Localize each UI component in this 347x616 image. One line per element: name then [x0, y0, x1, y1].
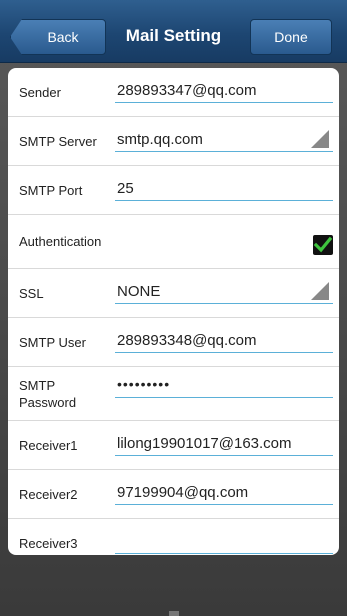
smtp-user-label: SMTP User: [19, 334, 86, 350]
receiver1-label: Receiver1: [19, 437, 78, 453]
smtp-port-label: SMTP Port: [19, 182, 83, 198]
checkmark-icon: [314, 236, 332, 253]
smtp-user-value: 289893348@qq.com: [117, 332, 257, 349]
done-button[interactable]: Done: [250, 19, 332, 55]
receiver2-row: Receiver2 97199904@qq.com: [8, 470, 339, 519]
sender-value: 289893347@qq.com: [117, 82, 257, 99]
ssl-row: SSL NONE: [8, 269, 339, 318]
smtp-user-field[interactable]: 289893348@qq.com: [115, 327, 333, 353]
smtp-password-field[interactable]: •••••••••: [115, 372, 333, 398]
authentication-label: Authentication: [19, 234, 102, 249]
authentication-checkbox[interactable]: [313, 235, 333, 255]
receiver1-field[interactable]: lilong19901017@163.com: [115, 430, 333, 456]
receiver3-label: Receiver3: [19, 536, 78, 551]
scroll-handle-icon: [169, 611, 179, 616]
smtp-password-label: SMTP Password: [19, 377, 77, 410]
smtp-password-row: SMTP Password •••••••••: [8, 367, 339, 421]
smtp-server-select[interactable]: smtp.qq.com: [115, 126, 333, 152]
dropdown-arrow-icon[interactable]: [311, 282, 329, 300]
receiver3-row: Receiver3: [8, 519, 339, 555]
header-bar: Back Mail Setting Done: [0, 0, 347, 63]
dropdown-arrow-icon[interactable]: [311, 130, 329, 148]
smtp-server-row: SMTP Server smtp.qq.com: [8, 117, 339, 166]
ssl-select[interactable]: NONE: [115, 278, 333, 304]
smtp-server-label: SMTP Server: [19, 133, 97, 149]
ssl-value: NONE: [117, 283, 161, 300]
smtp-password-value: •••••••••: [117, 376, 171, 392]
receiver1-row: Receiver1 lilong19901017@163.com: [8, 421, 339, 470]
receiver2-label: Receiver2: [19, 486, 78, 502]
sender-row: Sender 289893347@qq.com: [8, 68, 339, 117]
sender-field[interactable]: 289893347@qq.com: [115, 77, 333, 103]
smtp-user-row: SMTP User 289893348@qq.com: [8, 318, 339, 367]
receiver2-value: 97199904@qq.com: [117, 484, 249, 501]
smtp-port-field[interactable]: 25: [115, 175, 333, 201]
smtp-server-value: smtp.qq.com: [117, 131, 203, 148]
sender-label: Sender: [19, 84, 61, 100]
smtp-port-row: SMTP Port 25: [8, 166, 339, 215]
smtp-port-value: 25: [117, 180, 134, 197]
mail-settings-form: Sender 289893347@qq.com SMTP Server smtp…: [8, 68, 339, 555]
ssl-label: SSL: [19, 285, 44, 301]
footer-bar: [0, 560, 347, 616]
receiver1-value: lilong19901017@163.com: [117, 435, 292, 452]
receiver2-field[interactable]: 97199904@qq.com: [115, 479, 333, 505]
authentication-row: Authentication: [8, 215, 339, 269]
receiver3-field[interactable]: [115, 528, 333, 554]
